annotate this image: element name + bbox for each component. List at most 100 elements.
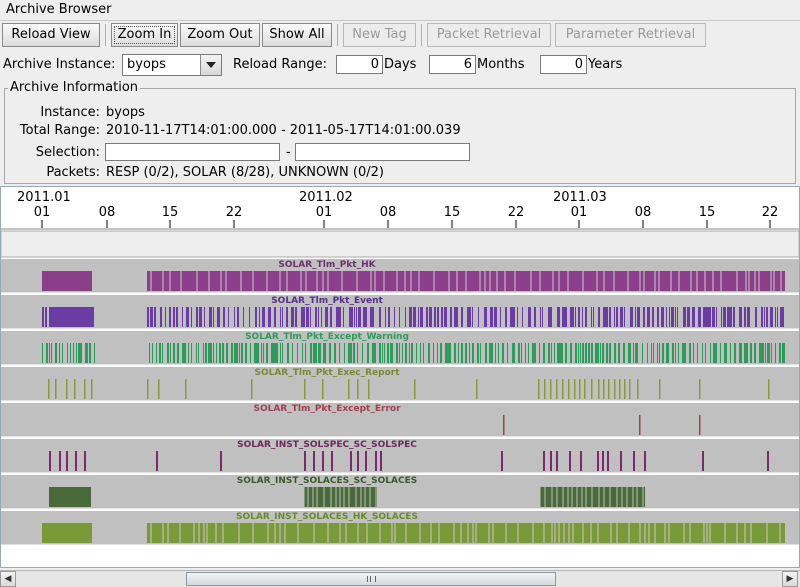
packet-tick: [534, 343, 536, 363]
packet-tick: [699, 415, 701, 435]
packet-tick: [213, 343, 214, 363]
zoom-in-button[interactable]: Zoom In: [111, 23, 178, 47]
packet-tick: [712, 307, 715, 327]
packet-tick: [380, 451, 382, 471]
packet-tick: [635, 307, 636, 327]
packet-tick: [315, 307, 317, 327]
reload-view-button[interactable]: Reload View: [2, 23, 100, 47]
month-label: 2011.02: [299, 190, 353, 205]
packet-tick: [597, 451, 599, 471]
instance-row-info: Instance:: [5, 105, 100, 122]
packet-tick: [782, 343, 784, 363]
packet-tick: [739, 343, 741, 363]
packet-tick: [472, 307, 473, 327]
packet-tick: [450, 307, 452, 327]
packet-tick: [216, 343, 217, 363]
packet-tick: [156, 343, 157, 363]
packet-tick: [313, 343, 315, 363]
packet-tick: [635, 343, 637, 363]
selection-start-field[interactable]: [105, 143, 280, 161]
day-tick-label: 01: [316, 205, 333, 220]
packet-tick: [423, 343, 424, 363]
packet-tick: [375, 451, 377, 471]
timeline-canvas[interactable]: 2011.01 2011.02 2011.0301 08 15 22 01 08 15 22 01 0…: [1, 187, 799, 567]
packet-tick: [609, 307, 611, 327]
packet-tick: [569, 451, 571, 471]
packet-tick: [91, 379, 93, 399]
parameter-retrieval-button[interactable]: Parameter Retrieval: [555, 23, 706, 47]
packet-tick: [356, 307, 357, 327]
horizontal-scrollbar[interactable]: ◀ ▶: [0, 570, 800, 587]
packet-tick: [62, 343, 63, 363]
packet-tick: [66, 451, 68, 471]
selection-end-field[interactable]: [295, 143, 470, 161]
packet-tick: [609, 343, 611, 363]
days-label: Days: [384, 57, 417, 72]
packet-tick: [480, 343, 481, 363]
packet-tick: [672, 343, 674, 363]
packet-tick: [630, 307, 633, 327]
packet-tick: [162, 343, 163, 363]
scrollbar-thumb[interactable]: [186, 572, 556, 586]
packet-tick: [721, 307, 722, 327]
months-input[interactable]: 6: [429, 55, 476, 74]
packet-tick: [551, 343, 552, 363]
packet-tick: [379, 343, 381, 363]
archive-timeline[interactable]: 2011.01 2011.02 2011.03 01 08 15 22 01 08 15 22 01 0…: [0, 186, 800, 568]
scroll-left-icon[interactable]: ◀: [0, 571, 16, 587]
row-label: SOLAR_INST_SOLSPEC_SC_SOLSPEC: [237, 440, 417, 450]
chevron-down-icon[interactable]: [200, 55, 221, 75]
packet-tick: [659, 343, 660, 363]
packet-tick: [647, 343, 648, 363]
show-all-button[interactable]: Show All: [262, 23, 332, 47]
packet-tick: [623, 343, 625, 363]
toolbar: Reload View Zoom In Zoom Out Show All Ne…: [0, 22, 800, 50]
packet-tick: [374, 343, 376, 363]
row-label: SOLAR_Tlm_Pkt_Event: [271, 296, 383, 306]
packet-tick: [689, 343, 691, 363]
packet-tick: [416, 343, 417, 363]
packet-tick: [362, 343, 363, 363]
packet-tick: [539, 343, 540, 363]
packet-tick: [76, 343, 77, 363]
packet-tick: [777, 307, 778, 327]
archive-instance-select[interactable]: byops: [122, 54, 222, 76]
packet-tick: [158, 379, 160, 399]
packet-retrieval-button[interactable]: Packet Retrieval: [427, 23, 551, 47]
packet-tick: [550, 451, 552, 471]
packet-tick: [156, 451, 158, 471]
packet-tick: [385, 307, 386, 327]
packet-tick: [782, 307, 784, 327]
packet-tick: [682, 343, 684, 363]
packet-tick: [297, 343, 298, 363]
packet-tick: [266, 343, 268, 363]
new-tag-button[interactable]: New Tag: [343, 23, 416, 47]
packet-tick: [48, 379, 50, 399]
years-input[interactable]: 0: [540, 55, 587, 74]
days-input[interactable]: 0: [336, 55, 383, 74]
packet-tick: [644, 451, 646, 471]
packet-tick: [522, 307, 523, 327]
packet-tick: [575, 307, 576, 327]
row-label: SOLAR_Tlm_Pkt_HK: [278, 260, 376, 270]
zoom-out-button[interactable]: Zoom Out: [180, 23, 260, 47]
reload-range-label: Reload Range:: [233, 57, 327, 72]
packet-tick: [500, 307, 501, 327]
day-tick-label: 01: [571, 205, 588, 220]
packet-tick: [616, 307, 618, 327]
packet-tick: [770, 307, 772, 327]
packet-tick: [570, 343, 572, 363]
scroll-right-icon[interactable]: ▶: [782, 571, 798, 587]
packet-tick: [570, 307, 573, 327]
packet-tick: [384, 343, 385, 363]
month-label: 2011.03: [553, 190, 607, 205]
packet-tick: [357, 343, 358, 363]
packet-tick: [249, 307, 250, 327]
packet-tick: [561, 343, 563, 363]
packet-tick: [491, 343, 493, 363]
packet-tick: [666, 343, 668, 363]
packet-tick: [176, 307, 178, 327]
packet-tick: [769, 343, 770, 363]
packet-tick: [633, 343, 634, 363]
packet-tick: [618, 343, 620, 363]
